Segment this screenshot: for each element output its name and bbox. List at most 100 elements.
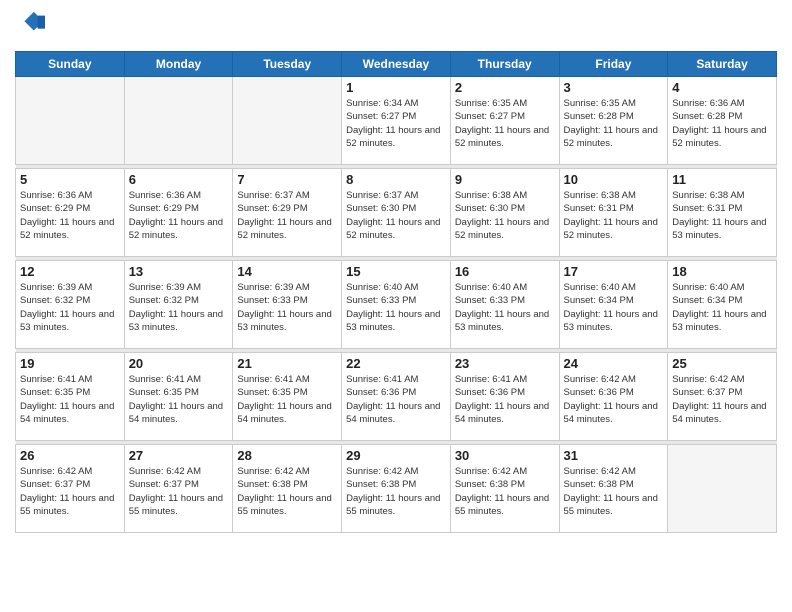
day-number: 21 (237, 356, 337, 371)
day-info: Sunrise: 6:39 AMSunset: 6:32 PMDaylight:… (129, 281, 229, 334)
day-info: Sunrise: 6:42 AMSunset: 6:38 PMDaylight:… (455, 465, 555, 518)
day-number: 29 (346, 448, 446, 463)
day-number: 25 (672, 356, 772, 371)
day-number: 24 (564, 356, 664, 371)
cal-cell: 21 Sunrise: 6:41 AMSunset: 6:35 PMDayligh… (233, 353, 342, 441)
day-info: Sunrise: 6:37 AMSunset: 6:29 PMDaylight:… (237, 189, 337, 242)
cal-cell: 5Sunrise: 6:36 AMSunset: 6:29 PMDaylight… (16, 169, 125, 257)
week-row-5: 26 Sunrise: 6:42 AMSunset: 6:37 PMDayligh… (16, 445, 777, 533)
weekday-header-thursday: Thursday (450, 52, 559, 77)
cal-cell: 24Sunrise: 6:42 AMSunset: 6:36 PMDayligh… (559, 353, 668, 441)
day-number: 8 (346, 172, 446, 187)
weekday-header-sunday: Sunday (16, 52, 125, 77)
cal-cell: 20Sunrise: 6:41 AMSunset: 6:35 PMDayligh… (124, 353, 233, 441)
day-info: Sunrise: 6:37 AMSunset: 6:30 PMDaylight:… (346, 189, 446, 242)
cal-cell (668, 445, 777, 533)
day-info: Sunrise: 6:39 AMSunset: 6:32 PMDaylight:… (20, 281, 120, 334)
day-number: 1 (346, 80, 446, 95)
day-info: Sunrise: 6:42 AMSunset: 6:38 PMDaylight:… (346, 465, 446, 518)
cal-cell: 22 Sunrise: 6:41 AMSunset: 6:36 PMDayligh… (342, 353, 451, 441)
header (15, 10, 777, 43)
cal-cell: 16Sunrise: 6:40 AMSunset: 6:33 PMDayligh… (450, 261, 559, 349)
cal-cell (233, 77, 342, 165)
day-info: Sunrise: 6:42 AMSunset: 6:37 PMDaylight:… (129, 465, 229, 518)
cal-cell: 12Sunrise: 6:39 AMSunset: 6:32 PMDayligh… (16, 261, 125, 349)
day-info: Sunrise: 6:40 AMSunset: 6:34 PMDaylight:… (564, 281, 664, 334)
cal-cell: 29 Sunrise: 6:42 AMSunset: 6:38 PMDayligh… (342, 445, 451, 533)
cal-cell: 31 Sunrise: 6:42 AMSunset: 6:38 PMDayligh… (559, 445, 668, 533)
day-number: 14 (237, 264, 337, 279)
day-info: Sunrise: 6:42 AMSunset: 6:38 PMDaylight:… (564, 465, 664, 518)
logo (15, 10, 45, 43)
cal-cell: 26 Sunrise: 6:42 AMSunset: 6:37 PMDayligh… (16, 445, 125, 533)
cal-cell: 14 Sunrise: 6:39 AMSunset: 6:33 PMDayligh… (233, 261, 342, 349)
day-number: 15 (346, 264, 446, 279)
cal-cell: 9Sunrise: 6:38 AMSunset: 6:30 PMDaylight… (450, 169, 559, 257)
day-number: 6 (129, 172, 229, 187)
calendar-table: SundayMondayTuesdayWednesdayThursdayFrid… (15, 51, 777, 533)
cal-cell: 7 Sunrise: 6:37 AMSunset: 6:29 PMDaylight… (233, 169, 342, 257)
day-number: 16 (455, 264, 555, 279)
day-number: 23 (455, 356, 555, 371)
day-number: 17 (564, 264, 664, 279)
weekday-header-saturday: Saturday (668, 52, 777, 77)
day-number: 5 (20, 172, 120, 187)
day-number: 9 (455, 172, 555, 187)
cal-cell: 2 Sunrise: 6:35 AMSunset: 6:27 PMDaylight… (450, 77, 559, 165)
day-number: 19 (20, 356, 120, 371)
cal-cell: 18 Sunrise: 6:40 AMSunset: 6:34 PMDayligh… (668, 261, 777, 349)
cal-cell: 27 Sunrise: 6:42 AMSunset: 6:37 PMDayligh… (124, 445, 233, 533)
cal-cell (124, 77, 233, 165)
day-number: 28 (237, 448, 337, 463)
day-number: 22 (346, 356, 446, 371)
day-number: 10 (564, 172, 664, 187)
day-info: Sunrise: 6:35 AMSunset: 6:27 PMDaylight:… (455, 97, 555, 150)
day-info: Sunrise: 6:40 AMSunset: 6:34 PMDaylight:… (672, 281, 772, 334)
day-info: Sunrise: 6:41 AMSunset: 6:35 PMDaylight:… (20, 373, 120, 426)
cal-cell: 3Sunrise: 6:35 AMSunset: 6:28 PMDaylight… (559, 77, 668, 165)
cal-cell: 30Sunrise: 6:42 AMSunset: 6:38 PMDayligh… (450, 445, 559, 533)
day-info: Sunrise: 6:38 AMSunset: 6:31 PMDaylight:… (564, 189, 664, 242)
weekday-header-tuesday: Tuesday (233, 52, 342, 77)
day-info: Sunrise: 6:41 AMSunset: 6:36 PMDaylight:… (346, 373, 446, 426)
cal-cell (16, 77, 125, 165)
day-number: 27 (129, 448, 229, 463)
week-row-4: 19 Sunrise: 6:41 AMSunset: 6:35 PMDayligh… (16, 353, 777, 441)
weekday-header-row: SundayMondayTuesdayWednesdayThursdayFrid… (16, 52, 777, 77)
cal-cell: 1Sunrise: 6:34 AMSunset: 6:27 PMDaylight… (342, 77, 451, 165)
day-info: Sunrise: 6:42 AMSunset: 6:37 PMDaylight:… (20, 465, 120, 518)
day-number: 11 (672, 172, 772, 187)
cal-cell: 10 Sunrise: 6:38 AMSunset: 6:31 PMDayligh… (559, 169, 668, 257)
day-number: 2 (455, 80, 555, 95)
cal-cell: 19 Sunrise: 6:41 AMSunset: 6:35 PMDayligh… (16, 353, 125, 441)
day-info: Sunrise: 6:36 AMSunset: 6:28 PMDaylight:… (672, 97, 772, 150)
cal-cell: 15 Sunrise: 6:40 AMSunset: 6:33 PMDayligh… (342, 261, 451, 349)
day-info: Sunrise: 6:41 AMSunset: 6:35 PMDaylight:… (129, 373, 229, 426)
weekday-header-friday: Friday (559, 52, 668, 77)
week-row-1: 1Sunrise: 6:34 AMSunset: 6:27 PMDaylight… (16, 77, 777, 165)
day-info: Sunrise: 6:41 AMSunset: 6:35 PMDaylight:… (237, 373, 337, 426)
day-info: Sunrise: 6:42 AMSunset: 6:38 PMDaylight:… (237, 465, 337, 518)
day-number: 7 (237, 172, 337, 187)
cal-cell: 8 Sunrise: 6:37 AMSunset: 6:30 PMDaylight… (342, 169, 451, 257)
cal-cell: 23Sunrise: 6:41 AMSunset: 6:36 PMDayligh… (450, 353, 559, 441)
day-info: Sunrise: 6:42 AMSunset: 6:37 PMDaylight:… (672, 373, 772, 426)
calendar-body: 1Sunrise: 6:34 AMSunset: 6:27 PMDaylight… (16, 77, 777, 533)
week-row-3: 12Sunrise: 6:39 AMSunset: 6:32 PMDayligh… (16, 261, 777, 349)
day-number: 4 (672, 80, 772, 95)
calendar-container: SundayMondayTuesdayWednesdayThursdayFrid… (0, 0, 792, 612)
day-number: 31 (564, 448, 664, 463)
day-number: 26 (20, 448, 120, 463)
cal-cell: 13Sunrise: 6:39 AMSunset: 6:32 PMDayligh… (124, 261, 233, 349)
day-info: Sunrise: 6:39 AMSunset: 6:33 PMDaylight:… (237, 281, 337, 334)
cal-cell: 6 Sunrise: 6:36 AMSunset: 6:29 PMDaylight… (124, 169, 233, 257)
cal-cell: 11Sunrise: 6:38 AMSunset: 6:31 PMDayligh… (668, 169, 777, 257)
cal-cell: 17 Sunrise: 6:40 AMSunset: 6:34 PMDayligh… (559, 261, 668, 349)
day-info: Sunrise: 6:35 AMSunset: 6:28 PMDaylight:… (564, 97, 664, 150)
day-number: 18 (672, 264, 772, 279)
weekday-header-monday: Monday (124, 52, 233, 77)
day-info: Sunrise: 6:36 AMSunset: 6:29 PMDaylight:… (129, 189, 229, 242)
cal-cell: 25 Sunrise: 6:42 AMSunset: 6:37 PMDayligh… (668, 353, 777, 441)
cal-cell: 28 Sunrise: 6:42 AMSunset: 6:38 PMDayligh… (233, 445, 342, 533)
day-info: Sunrise: 6:40 AMSunset: 6:33 PMDaylight:… (346, 281, 446, 334)
